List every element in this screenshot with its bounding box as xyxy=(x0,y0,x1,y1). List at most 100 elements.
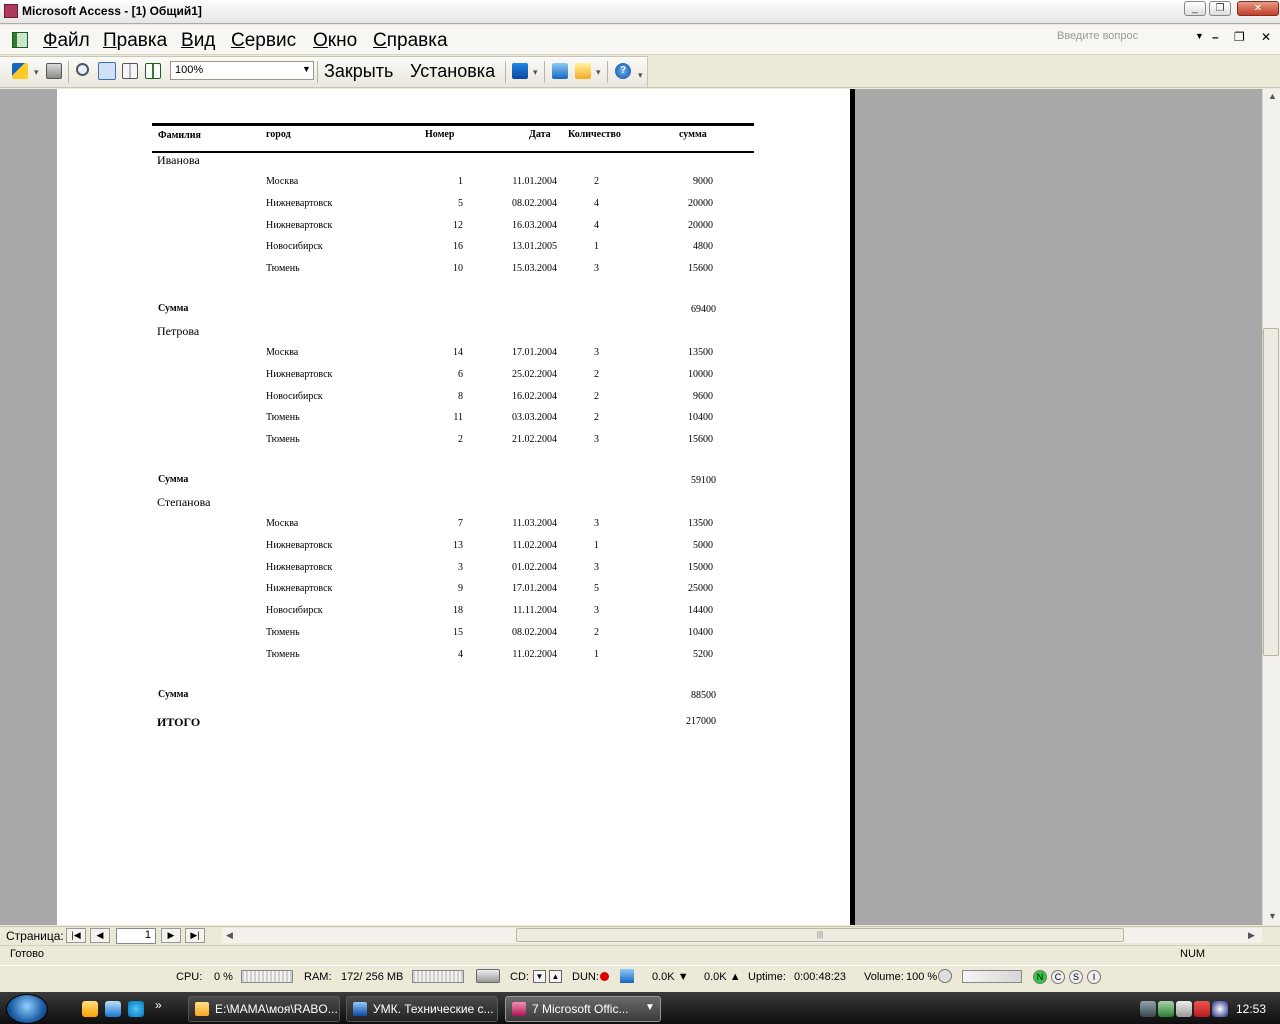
cd-eject-up-button[interactable]: ▲ xyxy=(549,970,562,983)
task-group-dropdown-icon[interactable]: ▼ xyxy=(645,1002,655,1013)
horizontal-scroll-thumb[interactable]: ||| xyxy=(516,928,1124,942)
database-window-icon[interactable] xyxy=(552,63,568,79)
clock: 12:53 xyxy=(1236,1002,1267,1016)
ask-question-dropdown-icon[interactable]: ▼ xyxy=(1195,31,1204,41)
row-city: Нижневартовск xyxy=(266,197,333,209)
row-sum: 10400 xyxy=(688,412,713,424)
scroll-up-icon[interactable]: ▲ xyxy=(1268,91,1277,101)
prev-page-button[interactable]: ◀ xyxy=(90,928,110,943)
zoom-icon[interactable] xyxy=(76,63,89,76)
row-qty: 4 xyxy=(594,219,599,231)
row-city: Нижневартовск xyxy=(266,368,333,380)
start-button[interactable] xyxy=(6,994,48,1024)
row-date: 16.02.2004 xyxy=(512,390,557,402)
row-date: 01.02.2004 xyxy=(512,561,557,573)
menu-tools[interactable]: Сервис xyxy=(231,30,296,52)
maximize-button[interactable]: ❐ xyxy=(1209,1,1231,16)
group-surname: Иванова xyxy=(157,153,200,167)
new-object-icon[interactable] xyxy=(575,63,591,79)
row-city: Тюмень xyxy=(266,648,300,660)
one-page-icon[interactable] xyxy=(98,62,116,80)
grand-total-value: 217000 xyxy=(686,715,716,727)
next-page-button[interactable]: ▶ xyxy=(161,928,181,943)
toolbar-options-icon[interactable]: ▾ xyxy=(638,70,643,81)
grand-total-label: ИТОГО xyxy=(157,714,201,729)
tray-antivirus-icon[interactable] xyxy=(1194,1001,1210,1017)
menu-window[interactable]: Окно xyxy=(313,30,357,52)
two-pages-icon[interactable] xyxy=(122,63,138,79)
task-explorer-button[interactable]: E:\МАМА\моя\RABO... xyxy=(188,996,340,1022)
led-n-indicator: N xyxy=(1033,970,1047,984)
speaker-icon[interactable] xyxy=(938,969,952,983)
menu-file[interactable]: Файл xyxy=(43,30,90,52)
close-window-button[interactable]: ✕ xyxy=(1237,1,1279,16)
toolbar-separator xyxy=(607,61,608,83)
task-word-button[interactable]: УМК. Технические с... xyxy=(346,996,498,1022)
task-icon xyxy=(353,1002,367,1016)
menu-view[interactable]: Вид xyxy=(181,30,215,52)
row-date: 16.03.2004 xyxy=(512,219,557,231)
row-number: 8 xyxy=(458,390,463,402)
row-city: Тюмень xyxy=(266,627,300,638)
tray-safely-remove-icon[interactable] xyxy=(1158,1001,1174,1017)
group-total-value: 88500 xyxy=(691,689,716,701)
scroll-down-icon[interactable]: ▼ xyxy=(1268,911,1277,921)
network-icon[interactable] xyxy=(620,969,634,983)
row-number: 14 xyxy=(453,347,463,358)
view-icon[interactable] xyxy=(12,63,28,79)
volume-slider[interactable] xyxy=(962,970,1022,983)
multiple-pages-icon[interactable] xyxy=(145,63,161,79)
group-total-label: Сумма xyxy=(158,303,189,314)
ask-question-input[interactable]: Введите вопрос xyxy=(1057,30,1207,48)
drive-icon[interactable] xyxy=(476,969,500,983)
zoom-dropdown-icon[interactable]: ▼ xyxy=(302,64,311,74)
row-number: 11 xyxy=(453,412,463,424)
quicklaunch-app-icon[interactable] xyxy=(105,1001,121,1017)
vertical-scroll-thumb[interactable] xyxy=(1263,328,1279,656)
row-number: 1 xyxy=(458,176,463,187)
page-setup-button[interactable]: Установка xyxy=(410,61,495,82)
volume-value: 100 % xyxy=(906,971,938,983)
minimize-button[interactable]: _ xyxy=(1184,1,1206,16)
new-object-dropdown-icon[interactable]: ▾ xyxy=(596,67,601,78)
row-date: 03.03.2004 xyxy=(512,412,557,424)
cd-label: CD: xyxy=(510,971,529,983)
mdi-restore-button[interactable]: ❐ xyxy=(1234,30,1245,44)
tray-printer-icon[interactable] xyxy=(1176,1001,1192,1017)
tray-network-icon[interactable] xyxy=(1140,1001,1156,1017)
quicklaunch-more-icon[interactable]: » xyxy=(155,998,162,1012)
row-qty: 3 xyxy=(594,263,599,275)
zoom-select[interactable]: 100% xyxy=(170,61,314,80)
group-total-value: 69400 xyxy=(691,304,716,315)
show-desktop-icon[interactable] xyxy=(82,1001,98,1017)
report-window-icon[interactable] xyxy=(12,32,28,48)
mdi-minimize-button[interactable]: – xyxy=(1212,30,1219,44)
page-number-input[interactable]: 1 xyxy=(116,928,156,944)
scroll-right-icon[interactable]: ▶ xyxy=(1248,930,1255,941)
mdi-close-button[interactable]: ✕ xyxy=(1261,30,1271,44)
office-links-dropdown-icon[interactable]: ▾ xyxy=(533,67,538,78)
menu-edit[interactable]: Правка xyxy=(103,30,167,52)
office-links-icon[interactable] xyxy=(512,63,528,79)
help-icon[interactable]: ? xyxy=(615,63,631,79)
access-app-icon[interactable] xyxy=(4,4,18,18)
print-icon[interactable] xyxy=(46,63,62,79)
first-page-button[interactable]: |◀ xyxy=(66,928,86,943)
row-sum: 9600 xyxy=(693,390,713,402)
row-number: 12 xyxy=(453,219,463,231)
row-city: Тюмень xyxy=(266,434,300,446)
last-page-button[interactable]: ▶| xyxy=(185,928,205,943)
group-surname: Степанова xyxy=(157,495,211,509)
scroll-left-icon[interactable]: ◀ xyxy=(226,930,233,941)
view-dropdown-icon[interactable]: ▾ xyxy=(34,67,39,78)
task-office-button[interactable]: 7 Microsoft Offic... xyxy=(505,996,661,1022)
internet-explorer-icon[interactable] xyxy=(128,1001,144,1017)
header-qty: Количество xyxy=(568,129,621,140)
menu-help[interactable]: Справка xyxy=(373,30,448,52)
dun-status-icon xyxy=(600,972,609,981)
close-preview-button[interactable]: Закрыть xyxy=(324,61,393,82)
cd-eject-down-button[interactable]: ▼ xyxy=(533,970,546,983)
status-bar xyxy=(0,945,1280,965)
tray-media-icon[interactable] xyxy=(1212,1001,1228,1017)
row-qty: 1 xyxy=(594,648,599,660)
